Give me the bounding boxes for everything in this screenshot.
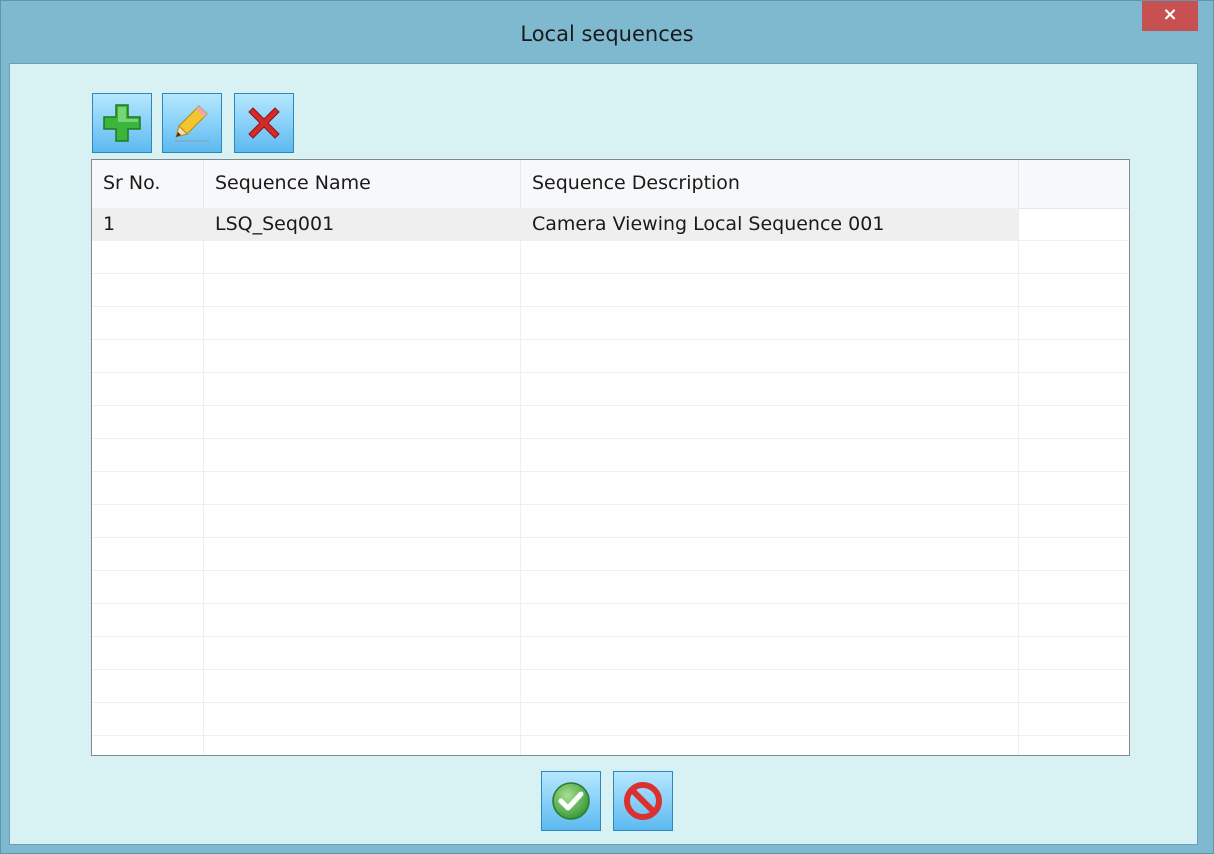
plus-icon bbox=[103, 104, 141, 142]
table-row[interactable]: 1 LSQ_Seq001 Camera Viewing Local Sequen… bbox=[92, 208, 1129, 241]
no-entry-icon bbox=[624, 782, 662, 820]
add-button[interactable] bbox=[92, 93, 152, 153]
empty-row bbox=[92, 637, 1129, 670]
empty-row bbox=[92, 703, 1129, 736]
empty-row bbox=[92, 406, 1129, 439]
empty-row bbox=[92, 274, 1129, 307]
cancel-button[interactable] bbox=[613, 771, 673, 831]
cell-sequence-name: LSQ_Seq001 bbox=[204, 208, 521, 240]
column-header-filler bbox=[1019, 160, 1129, 208]
x-icon bbox=[248, 107, 280, 139]
delete-button[interactable] bbox=[234, 93, 294, 153]
dialog-body: Sr No. Sequence Name Sequence Descriptio… bbox=[9, 63, 1198, 845]
empty-row bbox=[92, 736, 1129, 755]
empty-row bbox=[92, 472, 1129, 505]
table-header: Sr No. Sequence Name Sequence Descriptio… bbox=[92, 160, 1129, 209]
edit-button[interactable] bbox=[162, 93, 222, 153]
empty-row bbox=[92, 571, 1129, 604]
empty-row bbox=[92, 505, 1129, 538]
cell-sequence-description: Camera Viewing Local Sequence 001 bbox=[521, 208, 1019, 240]
sequence-table[interactable]: Sr No. Sequence Name Sequence Descriptio… bbox=[91, 159, 1130, 756]
check-circle-icon bbox=[552, 782, 590, 820]
empty-row bbox=[92, 241, 1129, 274]
empty-row bbox=[92, 439, 1129, 472]
column-header-sr-no[interactable]: Sr No. bbox=[92, 160, 204, 208]
empty-row bbox=[92, 538, 1129, 571]
empty-row bbox=[92, 307, 1129, 340]
window-title: Local sequences bbox=[520, 22, 694, 46]
cell-sr-no: 1 bbox=[92, 208, 204, 240]
title-bar[interactable]: Local sequences × bbox=[1, 1, 1213, 63]
close-icon: × bbox=[1162, 4, 1178, 25]
empty-row bbox=[92, 340, 1129, 373]
empty-row bbox=[92, 604, 1129, 637]
empty-row bbox=[92, 373, 1129, 406]
dialog-window: Local sequences × Sr No. Sequence Name S… bbox=[0, 0, 1214, 854]
ok-button[interactable] bbox=[541, 771, 601, 831]
column-header-sequence-description[interactable]: Sequence Description bbox=[521, 160, 1019, 208]
close-button[interactable]: × bbox=[1142, 1, 1198, 31]
empty-row bbox=[92, 670, 1129, 703]
cell-filler bbox=[1019, 208, 1129, 240]
column-header-sequence-name[interactable]: Sequence Name bbox=[204, 160, 521, 208]
pencil-icon bbox=[175, 105, 209, 142]
